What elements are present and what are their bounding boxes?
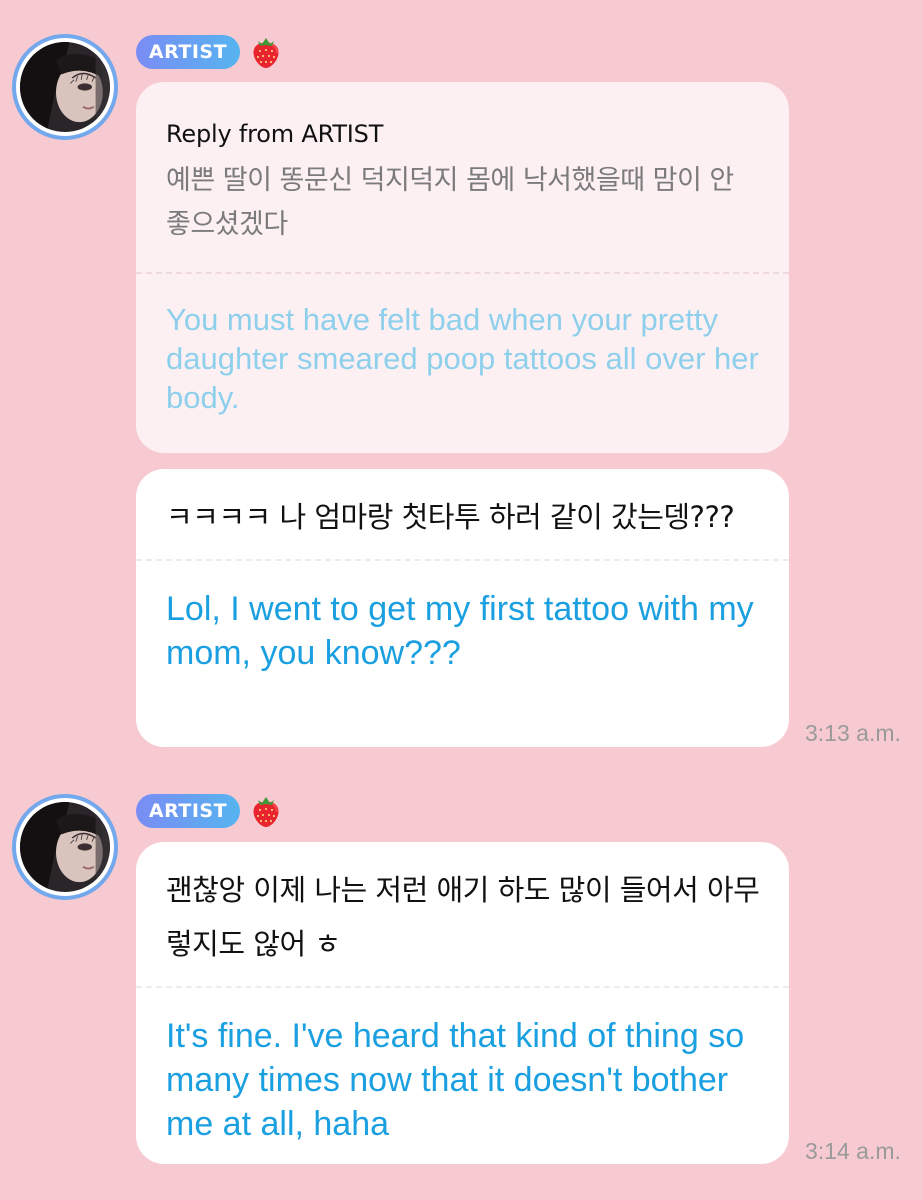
artist-avatar[interactable] [12,34,118,140]
artist-avatar[interactable] [12,794,118,900]
message-translation-text: It's fine. I've heard that kind of thing… [166,1017,745,1143]
message-korean-text: ㅋㅋㅋㅋ 나 엄마랑 첫타투 하러 같이 갔는뎅??? [166,500,735,534]
sender-badge: ARTIST [136,35,240,69]
message-bubble[interactable]: ㅋㅋㅋㅋ 나 엄마랑 첫타투 하러 같이 갔는뎅??? Lol, I went … [136,469,789,747]
message-korean-text: 괜찮앙 이제 나는 저런 애기 하도 많이 들어서 아무렇지도 않어 ㅎ [166,873,760,961]
strawberry-icon [250,33,282,69]
reply-korean-text: 예쁜 딸이 똥문신 덕지덕지 몸에 낙서했을때 맘이 안 좋으셨겠다 [166,165,734,240]
reply-bubble[interactable]: Reply from ARTIST 예쁜 딸이 똥문신 덕지덕지 몸에 낙서했을… [136,82,789,453]
reply-title: Reply from ARTIST [166,120,384,148]
sender-badge: ARTIST [136,794,240,828]
reply-translation-text: You must have felt bad when your pretty … [166,302,759,415]
message-bubble[interactable]: 괜찮앙 이제 나는 저런 애기 하도 많이 들어서 아무렇지도 않어 ㅎ It'… [136,842,789,1164]
message-timestamp: 3:13 a.m. [805,720,901,746]
message-translation-text: Lol, I went to get my first tattoo with … [166,590,754,672]
avatar-photo [20,42,110,132]
strawberry-icon [250,792,282,828]
avatar-photo [20,802,110,892]
message-timestamp: 3:14 a.m. [805,1138,901,1164]
